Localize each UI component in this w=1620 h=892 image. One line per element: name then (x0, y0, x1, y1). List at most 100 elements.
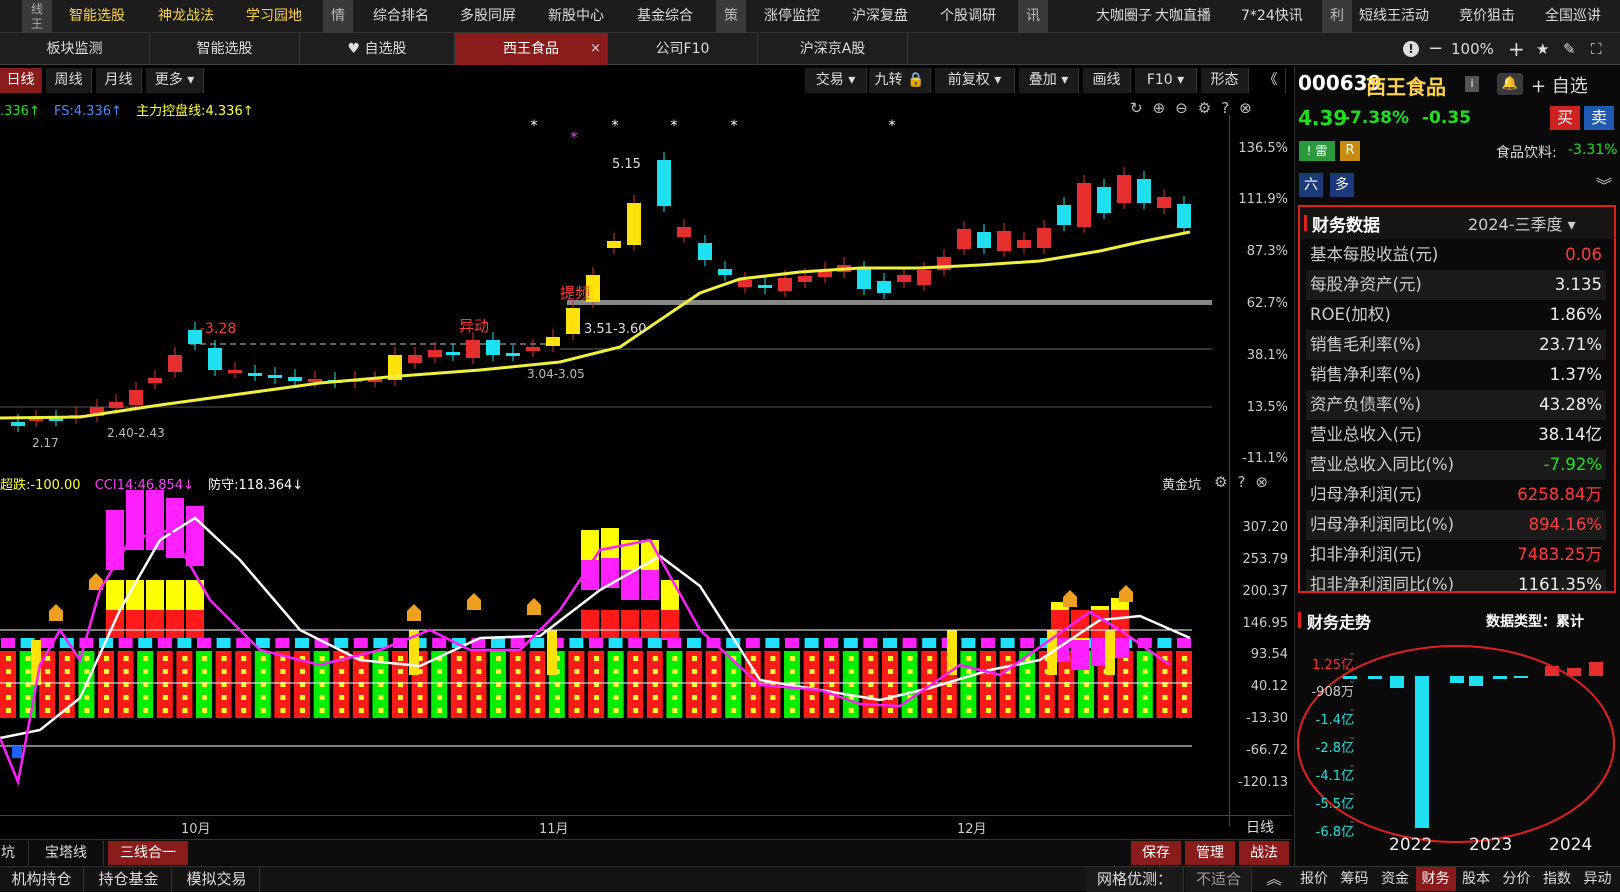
financial-period[interactable]: 2024-三季度 ▾ (1468, 211, 1576, 235)
info-badge[interactable]: i (1465, 76, 1479, 92)
strategy-button[interactable]: 战法 (1239, 841, 1289, 865)
nav-item-event[interactable]: 短线王活动 (1359, 0, 1429, 33)
manage-button[interactable]: 管理 (1185, 841, 1235, 865)
right-tab[interactable]: 指数 (1537, 867, 1577, 891)
nav-item-limit[interactable]: 涨停监控 (764, 0, 820, 33)
period-more[interactable]: 更多 ▾ (146, 68, 204, 93)
chevron-down-icon[interactable]: ︾ (1596, 172, 1612, 196)
ind-tab-three[interactable]: 三线合一 (108, 841, 188, 865)
candle-body (268, 375, 282, 378)
tab-watchlist[interactable]: ♥ 自选股 (300, 33, 455, 65)
nav-item-tour[interactable]: 全国巡讲 (1545, 0, 1601, 33)
info-icon[interactable]: ! (1403, 41, 1419, 57)
financial-value: 894.16% (1528, 515, 1602, 534)
tab-f10[interactable]: 公司F10 (608, 33, 758, 65)
tab-sector[interactable]: 板块监测 (0, 33, 150, 65)
r-tag[interactable]: R (1340, 141, 1360, 161)
nav-item-rank[interactable]: 综合排名 (373, 0, 429, 33)
ind-dot (221, 669, 227, 674)
nav-item-circle[interactable]: 大咖圈子 (1096, 0, 1152, 33)
ind-tab-tower[interactable]: 宝塔线 (28, 841, 104, 865)
tool-f10[interactable]: F10 ▾ (1135, 68, 1197, 93)
star-icon[interactable]: ★ (1536, 33, 1549, 65)
ind-tab-pit[interactable]: 坑 (0, 841, 16, 865)
nav-item-smart-pick[interactable]: 智能选股 (69, 0, 125, 33)
edit-icon[interactable]: ✎ (1563, 33, 1576, 65)
ind-dot (1005, 708, 1011, 713)
ind-dot (790, 708, 795, 713)
period-month[interactable]: 月线 (96, 68, 142, 93)
right-tab[interactable]: 资金 (1375, 867, 1415, 891)
ind-dot (711, 656, 717, 661)
ind-dot (378, 708, 384, 713)
collapse-icon[interactable]: 《 (1256, 68, 1286, 93)
nav-item-auction[interactable]: 竞价狙击 (1459, 0, 1515, 33)
tool-pattern[interactable]: 形态 (1201, 68, 1249, 93)
tool-adjust[interactable]: 前复权 ▾ (935, 68, 1015, 93)
nav-item-multi[interactable]: 多股同屏 (460, 0, 516, 33)
expand-up-icon[interactable]: ︽ (1260, 867, 1288, 892)
nav-item-ipo[interactable]: 新股中心 (548, 0, 604, 33)
nav-item-dragon[interactable]: 神龙战法 (158, 0, 214, 33)
ind-dot (104, 656, 109, 661)
status-sim[interactable]: 模拟交易 (174, 867, 260, 892)
ind-dot (829, 669, 835, 674)
ind-dot (1142, 656, 1148, 661)
status-fund[interactable]: 持仓基金 (86, 867, 172, 892)
indicator-chart[interactable] (0, 490, 1230, 815)
save-button[interactable]: 保存 (1131, 841, 1181, 865)
right-tab[interactable]: 财务 (1415, 867, 1456, 891)
bell-icon[interactable]: 🔔 (1497, 73, 1523, 95)
buy-button[interactable]: 买 (1550, 106, 1580, 130)
period-day[interactable]: 日线 (0, 68, 42, 93)
right-tab[interactable]: 报价 (1294, 867, 1334, 891)
financial-value: 0.06 (1565, 245, 1602, 264)
ind-dot (398, 695, 403, 700)
tool-overlay[interactable]: 叠加 ▾ (1019, 68, 1079, 93)
tab-stock[interactable]: 西王食品 × (455, 33, 608, 65)
candle-body (1137, 179, 1151, 203)
expand-icon[interactable]: ⛶ (1591, 33, 1602, 65)
nav-item-review[interactable]: 沪深复盘 (852, 0, 908, 33)
band-cell (197, 638, 211, 648)
ind-dot (476, 669, 482, 674)
tab-ashares[interactable]: 沪深京A股 (758, 33, 908, 65)
right-tab[interactable]: 筹码 (1335, 867, 1375, 891)
ind-dot (6, 669, 11, 674)
trend-bar (1514, 676, 1528, 678)
sell-button[interactable]: 卖 (1584, 106, 1614, 130)
nav-item-live[interactable]: 大咖直播 (1155, 0, 1211, 33)
candle-body (168, 355, 182, 372)
ind-help-icon[interactable]: ? (1237, 473, 1255, 491)
candle-body (208, 348, 222, 370)
view-six[interactable]: 六 (1299, 173, 1323, 197)
nav-item-news[interactable]: 7*24快讯 (1241, 0, 1303, 33)
top-nav: 线王 智能选股 神龙战法 学习园地 情 综合排名 多股同屏 新股中心 基金综合 … (0, 0, 1620, 33)
right-tab[interactable]: 分价 (1497, 867, 1537, 891)
view-multi[interactable]: 多 (1330, 173, 1354, 197)
right-tab[interactable]: 股本 (1456, 867, 1496, 891)
nav-item-research[interactable]: 个股调研 (940, 0, 996, 33)
nav-item-fund[interactable]: 基金综合 (637, 0, 693, 33)
right-tab[interactable]: 异动 (1578, 867, 1618, 891)
ind-settings-icon[interactable]: ⚙ (1214, 473, 1237, 491)
zoom-out-icon[interactable]: − (1428, 33, 1443, 65)
zoom-in-icon[interactable]: + (1508, 33, 1525, 65)
risk-tag[interactable]: ! 雷 (1299, 141, 1335, 161)
nav-item-learn[interactable]: 学习园地 (246, 0, 302, 33)
status-inst[interactable]: 机构持仓 (0, 867, 84, 892)
grid-value[interactable]: 不适合 (1186, 867, 1252, 892)
close-icon[interactable]: × (590, 33, 601, 65)
add-watchlist-button[interactable]: + 自选 (1531, 72, 1588, 98)
band-cell (177, 638, 192, 648)
ind-close-icon[interactable]: ⊗ (1255, 473, 1278, 491)
sector-label[interactable]: 食品饮料: (1496, 142, 1557, 162)
period-week[interactable]: 周线 (46, 68, 92, 93)
tab-smart[interactable]: 智能选股 (150, 33, 300, 65)
tool-draw[interactable]: 画线 (1083, 68, 1131, 93)
ind-dot (1005, 695, 1011, 700)
tool-nine[interactable]: 九转 🔒 (869, 68, 931, 93)
ind-dot (437, 708, 443, 713)
trend-type[interactable]: 数据类型：累计 (1486, 611, 1584, 631)
tool-trade[interactable]: 交易 ▾ (805, 68, 867, 93)
